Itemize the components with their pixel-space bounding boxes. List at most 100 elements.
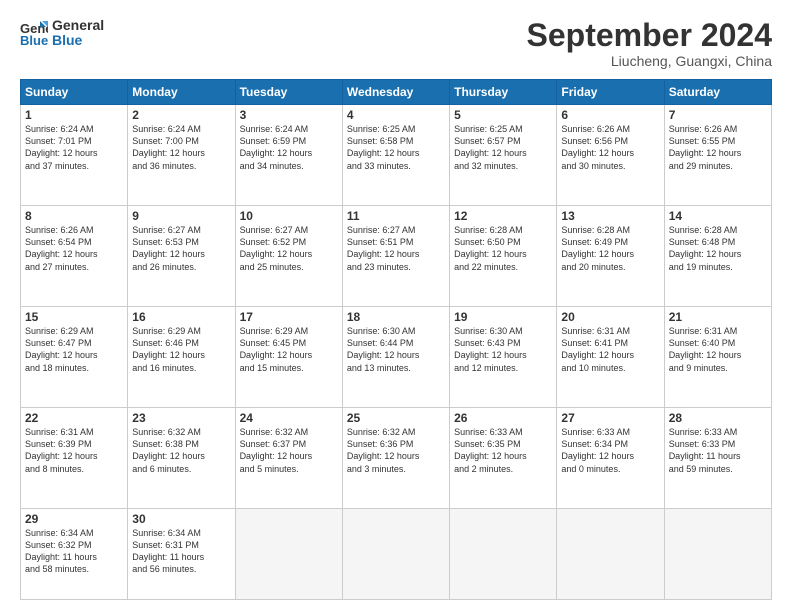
day-number: 29 bbox=[25, 512, 123, 526]
cell-details: Sunrise: 6:24 AM Sunset: 6:59 PM Dayligh… bbox=[240, 123, 338, 172]
weekday-wednesday: Wednesday bbox=[342, 80, 449, 105]
cell-details: Sunrise: 6:31 AM Sunset: 6:41 PM Dayligh… bbox=[561, 325, 659, 374]
cell-details: Sunrise: 6:27 AM Sunset: 6:52 PM Dayligh… bbox=[240, 224, 338, 273]
cell-details: Sunrise: 6:27 AM Sunset: 6:51 PM Dayligh… bbox=[347, 224, 445, 273]
logo: General Blue General Blue bbox=[20, 18, 104, 49]
cell-details: Sunrise: 6:29 AM Sunset: 6:46 PM Dayligh… bbox=[132, 325, 230, 374]
day-number: 10 bbox=[240, 209, 338, 223]
calendar-cell: 1Sunrise: 6:24 AM Sunset: 7:01 PM Daylig… bbox=[21, 105, 128, 206]
cell-details: Sunrise: 6:30 AM Sunset: 6:44 PM Dayligh… bbox=[347, 325, 445, 374]
day-number: 19 bbox=[454, 310, 552, 324]
day-number: 27 bbox=[561, 411, 659, 425]
cell-details: Sunrise: 6:25 AM Sunset: 6:57 PM Dayligh… bbox=[454, 123, 552, 172]
calendar-cell: 10Sunrise: 6:27 AM Sunset: 6:52 PM Dayli… bbox=[235, 206, 342, 307]
day-number: 5 bbox=[454, 108, 552, 122]
week-row-4: 22Sunrise: 6:31 AM Sunset: 6:39 PM Dayli… bbox=[21, 408, 772, 509]
month-title: September 2024 bbox=[527, 18, 772, 53]
calendar-cell: 5Sunrise: 6:25 AM Sunset: 6:57 PM Daylig… bbox=[450, 105, 557, 206]
day-number: 11 bbox=[347, 209, 445, 223]
calendar-cell: 29Sunrise: 6:34 AM Sunset: 6:32 PM Dayli… bbox=[21, 509, 128, 600]
cell-details: Sunrise: 6:30 AM Sunset: 6:43 PM Dayligh… bbox=[454, 325, 552, 374]
svg-text:Blue: Blue bbox=[20, 33, 48, 47]
calendar-cell: 6Sunrise: 6:26 AM Sunset: 6:56 PM Daylig… bbox=[557, 105, 664, 206]
cell-details: Sunrise: 6:29 AM Sunset: 6:47 PM Dayligh… bbox=[25, 325, 123, 374]
calendar-cell: 7Sunrise: 6:26 AM Sunset: 6:55 PM Daylig… bbox=[664, 105, 771, 206]
logo-blue: Blue bbox=[52, 33, 104, 48]
calendar-cell: 20Sunrise: 6:31 AM Sunset: 6:41 PM Dayli… bbox=[557, 307, 664, 408]
cell-details: Sunrise: 6:28 AM Sunset: 6:49 PM Dayligh… bbox=[561, 224, 659, 273]
calendar-cell bbox=[557, 509, 664, 600]
day-number: 18 bbox=[347, 310, 445, 324]
cell-details: Sunrise: 6:26 AM Sunset: 6:56 PM Dayligh… bbox=[561, 123, 659, 172]
calendar-cell: 11Sunrise: 6:27 AM Sunset: 6:51 PM Dayli… bbox=[342, 206, 449, 307]
weekday-friday: Friday bbox=[557, 80, 664, 105]
cell-details: Sunrise: 6:24 AM Sunset: 7:00 PM Dayligh… bbox=[132, 123, 230, 172]
day-number: 21 bbox=[669, 310, 767, 324]
title-block: September 2024 Liucheng, Guangxi, China bbox=[527, 18, 772, 69]
cell-details: Sunrise: 6:34 AM Sunset: 6:31 PM Dayligh… bbox=[132, 527, 230, 576]
cell-details: Sunrise: 6:33 AM Sunset: 6:35 PM Dayligh… bbox=[454, 426, 552, 475]
day-number: 6 bbox=[561, 108, 659, 122]
header: General Blue General Blue September 2024… bbox=[20, 18, 772, 69]
weekday-tuesday: Tuesday bbox=[235, 80, 342, 105]
cell-details: Sunrise: 6:32 AM Sunset: 6:36 PM Dayligh… bbox=[347, 426, 445, 475]
page: General Blue General Blue September 2024… bbox=[0, 0, 792, 612]
weekday-monday: Monday bbox=[128, 80, 235, 105]
day-number: 30 bbox=[132, 512, 230, 526]
day-number: 23 bbox=[132, 411, 230, 425]
day-number: 1 bbox=[25, 108, 123, 122]
day-number: 13 bbox=[561, 209, 659, 223]
calendar-cell bbox=[664, 509, 771, 600]
calendar-cell: 8Sunrise: 6:26 AM Sunset: 6:54 PM Daylig… bbox=[21, 206, 128, 307]
day-number: 14 bbox=[669, 209, 767, 223]
day-number: 7 bbox=[669, 108, 767, 122]
weekday-sunday: Sunday bbox=[21, 80, 128, 105]
day-number: 9 bbox=[132, 209, 230, 223]
weekday-thursday: Thursday bbox=[450, 80, 557, 105]
logo-icon: General Blue bbox=[20, 19, 48, 47]
calendar-cell: 12Sunrise: 6:28 AM Sunset: 6:50 PM Dayli… bbox=[450, 206, 557, 307]
calendar-cell: 26Sunrise: 6:33 AM Sunset: 6:35 PM Dayli… bbox=[450, 408, 557, 509]
cell-details: Sunrise: 6:34 AM Sunset: 6:32 PM Dayligh… bbox=[25, 527, 123, 576]
day-number: 8 bbox=[25, 209, 123, 223]
cell-details: Sunrise: 6:28 AM Sunset: 6:48 PM Dayligh… bbox=[669, 224, 767, 273]
calendar-cell: 15Sunrise: 6:29 AM Sunset: 6:47 PM Dayli… bbox=[21, 307, 128, 408]
cell-details: Sunrise: 6:29 AM Sunset: 6:45 PM Dayligh… bbox=[240, 325, 338, 374]
logo-general: General bbox=[52, 18, 104, 33]
calendar-cell: 27Sunrise: 6:33 AM Sunset: 6:34 PM Dayli… bbox=[557, 408, 664, 509]
calendar-cell: 3Sunrise: 6:24 AM Sunset: 6:59 PM Daylig… bbox=[235, 105, 342, 206]
day-number: 24 bbox=[240, 411, 338, 425]
calendar-cell: 24Sunrise: 6:32 AM Sunset: 6:37 PM Dayli… bbox=[235, 408, 342, 509]
calendar-cell: 19Sunrise: 6:30 AM Sunset: 6:43 PM Dayli… bbox=[450, 307, 557, 408]
day-number: 17 bbox=[240, 310, 338, 324]
cell-details: Sunrise: 6:32 AM Sunset: 6:37 PM Dayligh… bbox=[240, 426, 338, 475]
cell-details: Sunrise: 6:28 AM Sunset: 6:50 PM Dayligh… bbox=[454, 224, 552, 273]
day-number: 20 bbox=[561, 310, 659, 324]
day-number: 26 bbox=[454, 411, 552, 425]
week-row-3: 15Sunrise: 6:29 AM Sunset: 6:47 PM Dayli… bbox=[21, 307, 772, 408]
day-number: 12 bbox=[454, 209, 552, 223]
day-number: 28 bbox=[669, 411, 767, 425]
calendar-cell: 16Sunrise: 6:29 AM Sunset: 6:46 PM Dayli… bbox=[128, 307, 235, 408]
location: Liucheng, Guangxi, China bbox=[527, 53, 772, 69]
day-number: 22 bbox=[25, 411, 123, 425]
calendar-cell: 4Sunrise: 6:25 AM Sunset: 6:58 PM Daylig… bbox=[342, 105, 449, 206]
calendar-cell: 9Sunrise: 6:27 AM Sunset: 6:53 PM Daylig… bbox=[128, 206, 235, 307]
week-row-1: 1Sunrise: 6:24 AM Sunset: 7:01 PM Daylig… bbox=[21, 105, 772, 206]
calendar-cell bbox=[342, 509, 449, 600]
calendar-cell: 2Sunrise: 6:24 AM Sunset: 7:00 PM Daylig… bbox=[128, 105, 235, 206]
day-number: 4 bbox=[347, 108, 445, 122]
week-row-2: 8Sunrise: 6:26 AM Sunset: 6:54 PM Daylig… bbox=[21, 206, 772, 307]
calendar-cell: 17Sunrise: 6:29 AM Sunset: 6:45 PM Dayli… bbox=[235, 307, 342, 408]
day-number: 16 bbox=[132, 310, 230, 324]
calendar-table: SundayMondayTuesdayWednesdayThursdayFrid… bbox=[20, 79, 772, 600]
cell-details: Sunrise: 6:31 AM Sunset: 6:40 PM Dayligh… bbox=[669, 325, 767, 374]
cell-details: Sunrise: 6:33 AM Sunset: 6:33 PM Dayligh… bbox=[669, 426, 767, 475]
weekday-saturday: Saturday bbox=[664, 80, 771, 105]
calendar-cell bbox=[235, 509, 342, 600]
calendar-cell: 30Sunrise: 6:34 AM Sunset: 6:31 PM Dayli… bbox=[128, 509, 235, 600]
calendar-cell: 21Sunrise: 6:31 AM Sunset: 6:40 PM Dayli… bbox=[664, 307, 771, 408]
cell-details: Sunrise: 6:31 AM Sunset: 6:39 PM Dayligh… bbox=[25, 426, 123, 475]
calendar-cell: 22Sunrise: 6:31 AM Sunset: 6:39 PM Dayli… bbox=[21, 408, 128, 509]
cell-details: Sunrise: 6:26 AM Sunset: 6:54 PM Dayligh… bbox=[25, 224, 123, 273]
